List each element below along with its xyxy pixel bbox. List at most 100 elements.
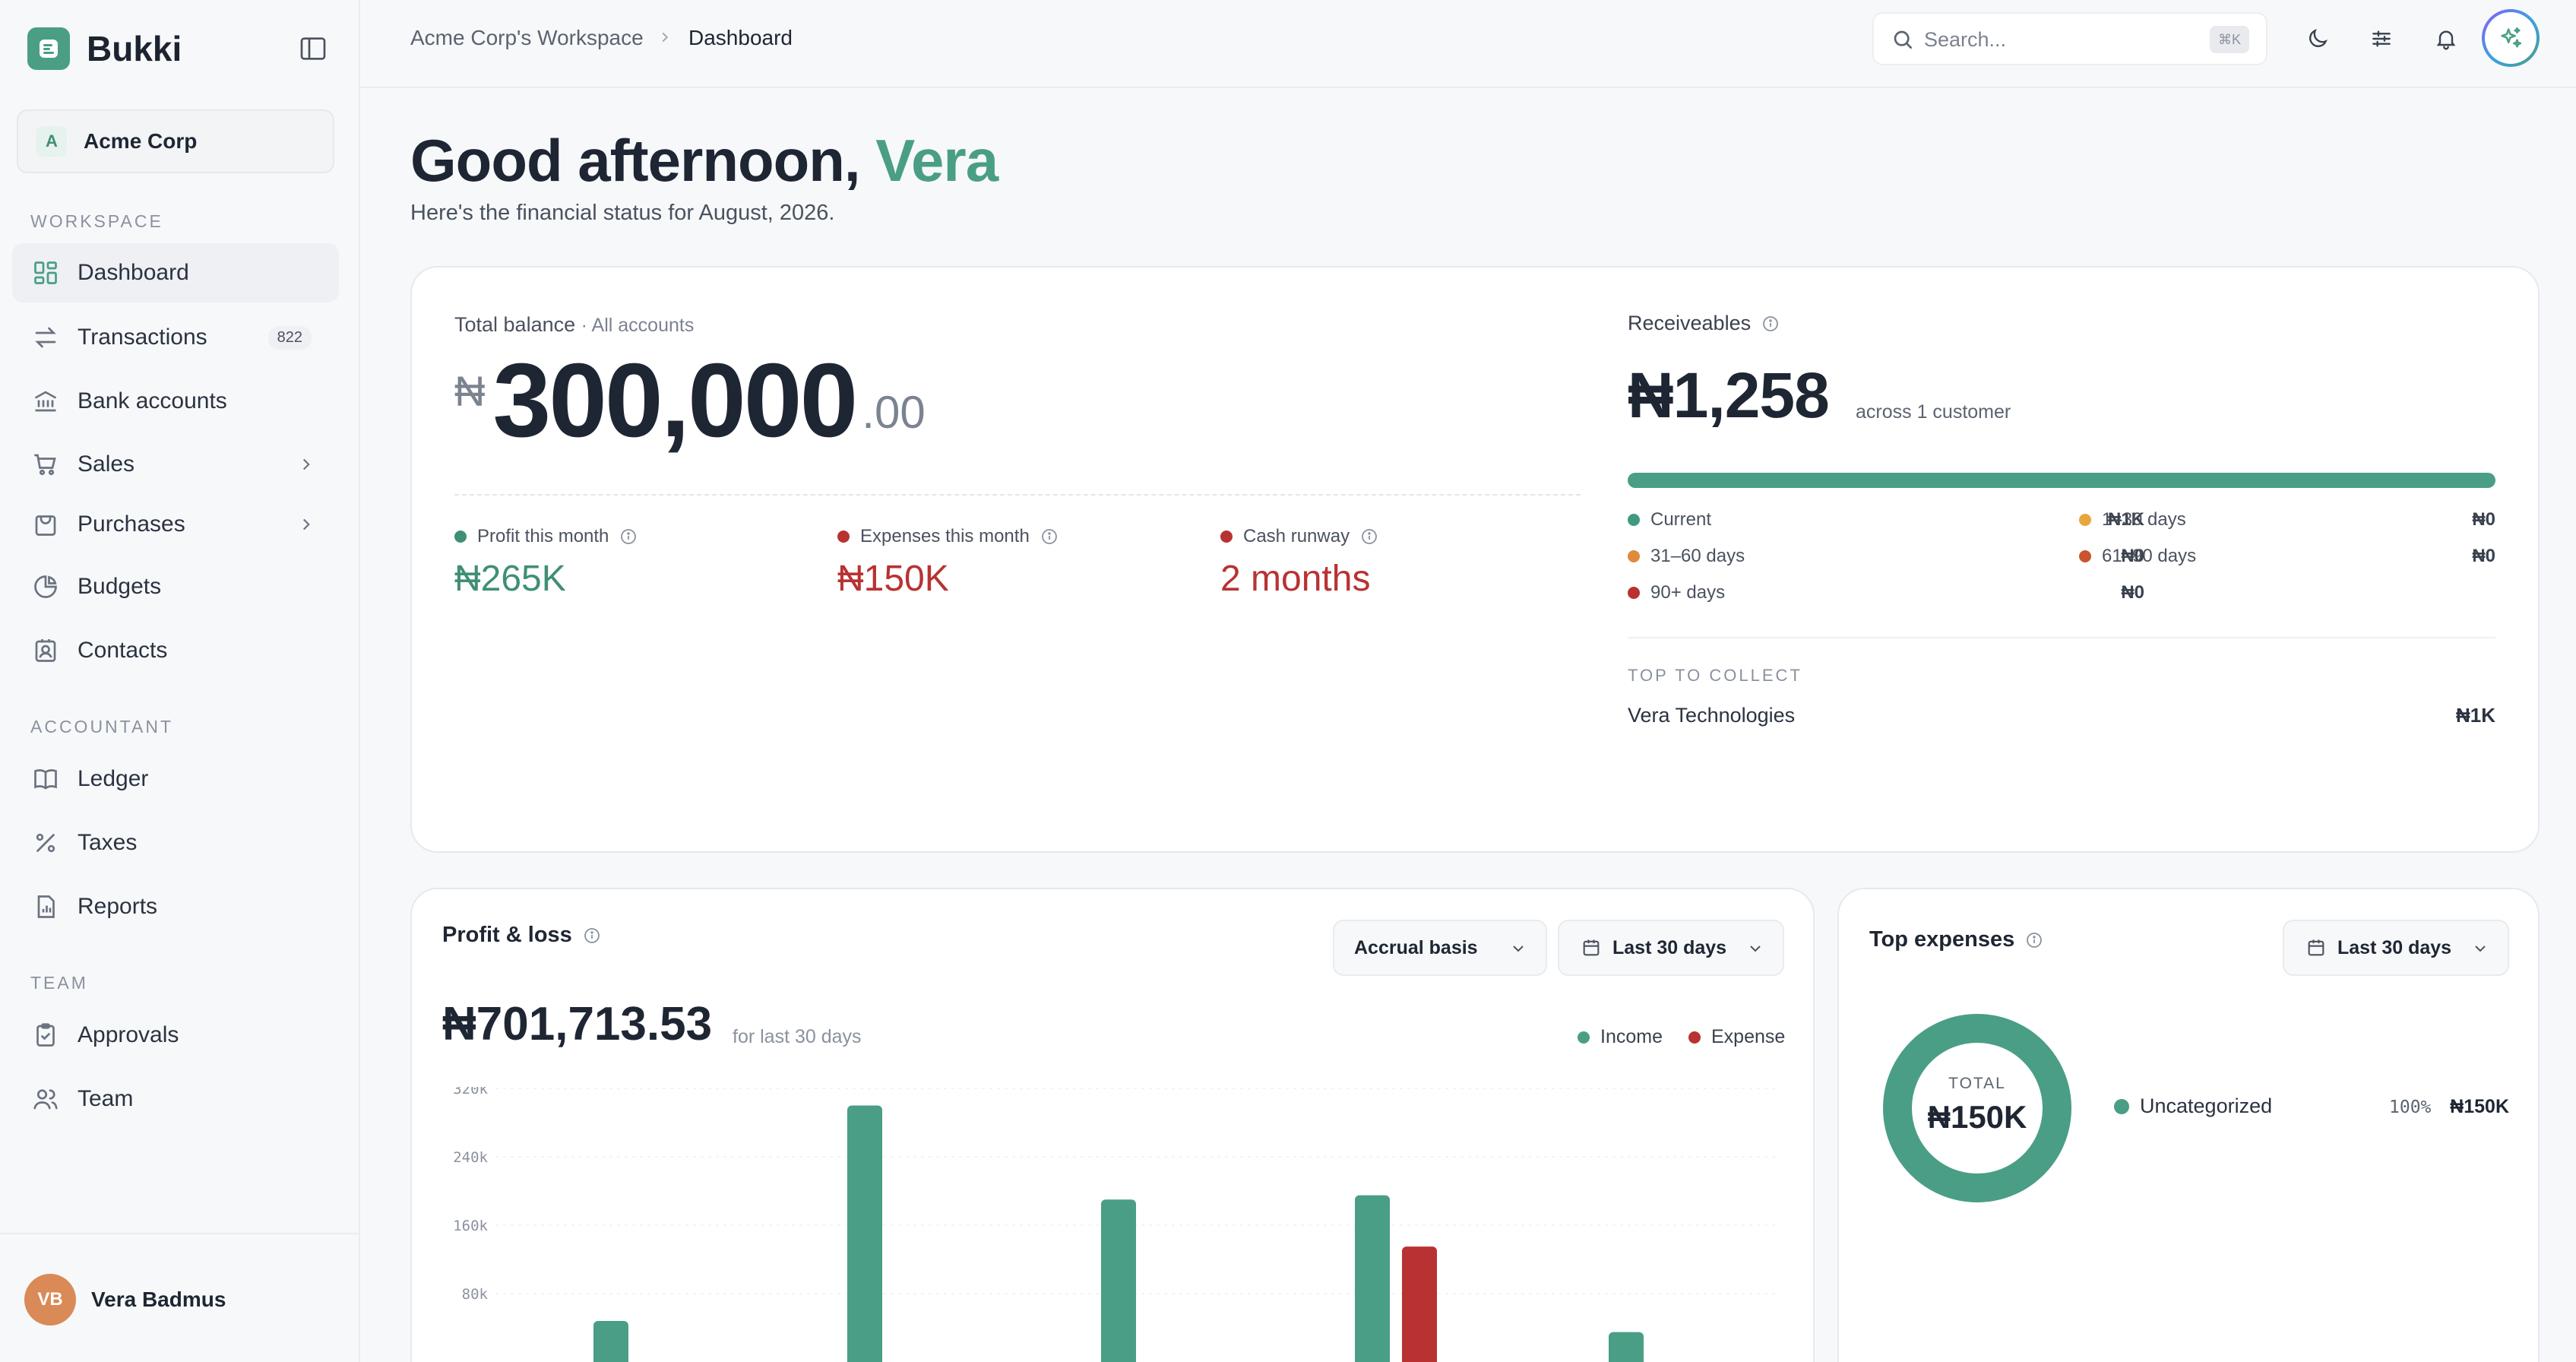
aging-1-30: 1–30 days (2079, 509, 2186, 531)
sliders-icon (2369, 27, 2394, 51)
bar-income (593, 1321, 628, 1362)
percent-icon (32, 829, 59, 857)
calendar-icon (2305, 937, 2327, 958)
section-workspace: WORKSPACE (30, 211, 163, 231)
sidebar-item-label: Contacts (78, 638, 168, 663)
bar-income (847, 1105, 882, 1362)
topbar: Acme Corp's Workspace Dashboard ⌘K (360, 0, 2576, 88)
aging-90-plus-value: ₦0 (2121, 582, 2144, 603)
receivables-title: Receiveables (1628, 312, 1780, 335)
aging-90-plus: 90+ days (1628, 582, 1725, 603)
sidebar-item-team[interactable]: Team (12, 1069, 339, 1129)
pnl-amount: ₦701,713.53 (442, 998, 713, 1050)
dashboard-icon (32, 259, 59, 287)
pnl-title: Profit & loss (442, 923, 601, 948)
kpi-expenses-label: Expenses this month (837, 526, 1059, 547)
kpi-runway-label: Cash runway (1220, 526, 1378, 547)
expenses-range-select[interactable]: Last 30 days (2283, 920, 2509, 976)
bar-income (1609, 1332, 1644, 1362)
y-tick-label: 80k (462, 1286, 489, 1303)
top-collect-label: TOP TO COLLECT (1628, 666, 1802, 685)
chevron-right-icon (657, 29, 673, 46)
total-balance-value: ₦ 300,000 .00 (454, 343, 926, 458)
greeting-title: Good afternoon, Vera (410, 127, 998, 194)
donut-total-value: ₦150K (1927, 1099, 2027, 1135)
basis-select[interactable]: Accrual basis (1333, 920, 1547, 976)
sidebar-item-bank-accounts[interactable]: Bank accounts (12, 372, 339, 431)
sidebar-item-taxes[interactable]: Taxes (12, 813, 339, 873)
notifications-button[interactable] (2419, 12, 2473, 65)
aging-61-90-value: ₦0 (2472, 546, 2495, 566)
moon-icon (2305, 27, 2330, 51)
top-expenses-title: Top expenses (1869, 927, 2043, 952)
sidebar-item-label: Taxes (78, 830, 138, 855)
chevron-down-icon (1509, 939, 1527, 958)
info-icon[interactable] (2025, 931, 2043, 949)
receivables-bar-current (1628, 473, 2495, 488)
pnl-range-select[interactable]: Last 30 days (1558, 920, 1784, 976)
info-icon[interactable] (619, 527, 638, 546)
y-tick-label: 160k (453, 1218, 488, 1234)
sidebar-item-purchases[interactable]: Purchases (12, 495, 339, 554)
section-accountant: ACCOUNTANT (30, 717, 174, 736)
org-switcher[interactable]: A Acme Corp (17, 109, 334, 173)
search-box[interactable]: ⌘K (1872, 12, 2267, 65)
bag-icon (32, 511, 59, 538)
aging-1-30-value: ₦0 (2472, 509, 2495, 530)
book-icon (32, 765, 59, 793)
sidebar-item-contacts[interactable]: Contacts (12, 621, 339, 680)
sidebar-item-ledger[interactable]: Ledger (12, 749, 339, 809)
sidebar-item-transactions[interactable]: Transactions 822 (12, 308, 339, 367)
info-icon[interactable] (1360, 527, 1378, 546)
sidebar-item-label: Sales (78, 451, 135, 477)
expense-item-amount: ₦150K (2450, 1096, 2509, 1117)
sidebar-item-dashboard[interactable]: Dashboard (12, 243, 339, 302)
calendar-icon (1581, 937, 1602, 958)
report-icon (32, 893, 59, 920)
balance-amount: 300,000 (492, 342, 858, 459)
cart-icon (32, 451, 59, 478)
bank-icon (32, 388, 59, 415)
transactions-icon (32, 324, 59, 351)
search-input[interactable] (1924, 26, 2198, 53)
settings-button[interactable] (2355, 12, 2408, 65)
top-collect-customer[interactable]: Vera Technologies (1628, 704, 1795, 727)
aging-61-90: 61–90 days (2079, 546, 2196, 567)
ai-assistant-button[interactable] (2482, 9, 2540, 67)
users-icon (32, 1085, 59, 1113)
expense-item-uncategorized[interactable]: Uncategorized (2114, 1094, 2272, 1118)
legend-income: Income (1578, 1026, 1663, 1048)
chevron-right-icon (296, 455, 316, 474)
currency-symbol: ₦ (454, 367, 486, 415)
aging-current: Current (1628, 509, 1711, 531)
info-icon[interactable] (583, 926, 601, 945)
pnl-note: for last 30 days (733, 1026, 862, 1047)
search-icon (1891, 27, 1915, 52)
chevron-right-icon (296, 515, 316, 534)
pnl-range-value: Last 30 days (1612, 936, 1727, 958)
receivables-amount: ₦1,258 (1628, 360, 1830, 431)
breadcrumb-workspace[interactable]: Acme Corp's Workspace (410, 26, 644, 50)
user-profile[interactable]: VB Vera Badmus (0, 1233, 360, 1362)
sidebar-item-sales[interactable]: Sales (12, 435, 339, 494)
y-tick-label: 320k (453, 1087, 488, 1098)
kpi-profit-value: ₦265K (454, 559, 566, 599)
theme-toggle-button[interactable] (2291, 12, 2344, 65)
sidebar-item-label: Reports (78, 894, 158, 919)
pie-icon (32, 573, 59, 600)
sparkle-icon (2498, 25, 2524, 51)
total-balance-label: Total balance · All accounts (454, 313, 695, 336)
sidebar-item-label: Dashboard (78, 260, 189, 285)
sidebar-item-reports[interactable]: Reports (12, 877, 339, 936)
sidebar-item-approvals[interactable]: Approvals (12, 1006, 339, 1065)
transactions-count-badge: 822 (267, 325, 312, 350)
top-expenses-card: Top expenses Last 30 days TOTAL ₦150K Un… (1837, 888, 2540, 1362)
info-icon[interactable] (1761, 315, 1780, 333)
org-name: Acme Corp (84, 129, 198, 153)
kpi-runway-value: 2 months (1220, 559, 1371, 599)
sidebar-toggle-icon[interactable] (298, 33, 328, 64)
brand-logo[interactable]: Bukki (27, 27, 182, 70)
sidebar-item-budgets[interactable]: Budgets (12, 557, 339, 616)
sidebar-item-label: Budgets (78, 574, 162, 599)
info-icon[interactable] (1040, 527, 1059, 546)
